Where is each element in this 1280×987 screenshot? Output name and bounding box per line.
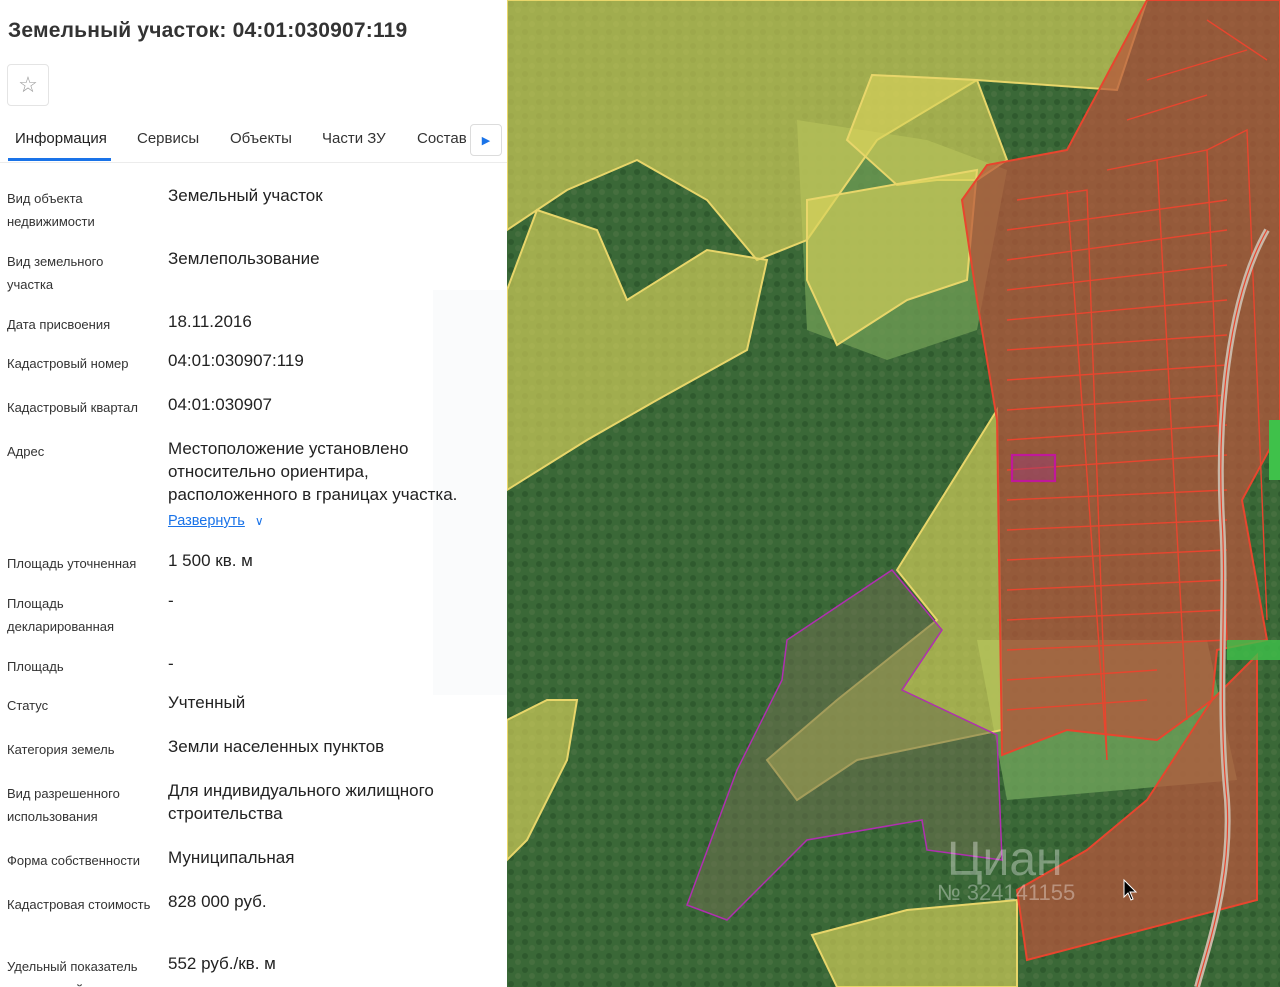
page-title: Земельный участок: 04:01:030907:119 <box>8 19 408 42</box>
field-value: - <box>168 591 174 610</box>
field-value: Землепользование <box>168 249 320 268</box>
field-label: Площадь уточненная <box>7 556 137 571</box>
field-label: Дата присвоения <box>7 317 111 332</box>
field-value: Земельный участок <box>168 186 323 205</box>
field-value: 552 руб./кв. м <box>168 954 276 973</box>
field-value: 18.11.2016 <box>168 312 252 331</box>
expand-label: Развернуть <box>168 513 245 529</box>
favorite-button[interactable]: ☆ <box>7 64 49 106</box>
watermark-id: № 324141155 <box>937 880 1075 905</box>
field-value: 1 500 кв. м <box>168 551 253 570</box>
field-value: Для индивидуального жилищного строительс… <box>168 781 434 823</box>
field-label: Адрес <box>7 444 45 459</box>
field-label: Категория земель <box>7 742 115 757</box>
caret-right-icon: ▶ <box>481 134 491 147</box>
tab-parts[interactable]: Части ЗУ <box>322 130 386 147</box>
field-label: Вид разрешенного использования <box>7 786 120 824</box>
cadastral-map[interactable]: Циан № 324141155 <box>507 0 1280 987</box>
green-parcel <box>1269 420 1280 480</box>
field-label: Кадастровая стоимость <box>7 897 151 912</box>
field-label: Кадастровый квартал <box>7 400 138 415</box>
field-label: Площадь <box>7 659 64 674</box>
selected-parcel[interactable] <box>1010 453 1057 483</box>
tab-composition[interactable]: Состав <box>417 130 467 147</box>
field-label: Площадь декларированная <box>7 596 115 634</box>
field-value: - <box>168 654 174 673</box>
active-tab-indicator <box>8 158 111 161</box>
field-value: 04:01:030907:119 <box>168 351 304 370</box>
tab-information[interactable]: Информация <box>15 130 107 147</box>
field-value: 04:01:030907 <box>168 395 272 414</box>
field-label: Удельный показатель кадастровой <box>7 959 138 987</box>
field-value: Земли населенных пунктов <box>168 737 385 756</box>
tab-services[interactable]: Сервисы <box>137 130 199 147</box>
chevron-down-icon: ∨ <box>254 514 264 528</box>
field-value: Муниципальная <box>168 848 295 867</box>
field-value: 828 000 руб. <box>168 892 267 911</box>
field-label: Вид земельного участка <box>7 254 104 292</box>
field-value: Учтенный <box>168 693 246 712</box>
field-label: Форма собственности <box>7 853 141 868</box>
expand-link[interactable]: Развернуть ∨ <box>168 513 264 529</box>
watermark-text: Циан <box>947 833 1063 886</box>
green-parcel <box>1227 640 1280 660</box>
field-label: Вид объекта недвижимости <box>7 191 95 229</box>
field-label: Кадастровый номер <box>7 356 129 371</box>
tabs-scroll-right-button[interactable]: ▶ <box>470 124 502 156</box>
map-canvas[interactable]: Циан № 324141155 <box>507 0 1280 987</box>
tab-objects[interactable]: Объекты <box>230 130 292 147</box>
field-value: Местоположение установлено относительно … <box>168 439 458 504</box>
info-panel: Земельный участок: 04:01:030907:119 ☆ Ин… <box>0 0 507 987</box>
field-label: Статус <box>7 698 49 713</box>
star-outline-icon: ☆ <box>18 72 38 97</box>
tab-bar: Информация Сервисы Объекты Части ЗУ Сост… <box>0 118 507 163</box>
